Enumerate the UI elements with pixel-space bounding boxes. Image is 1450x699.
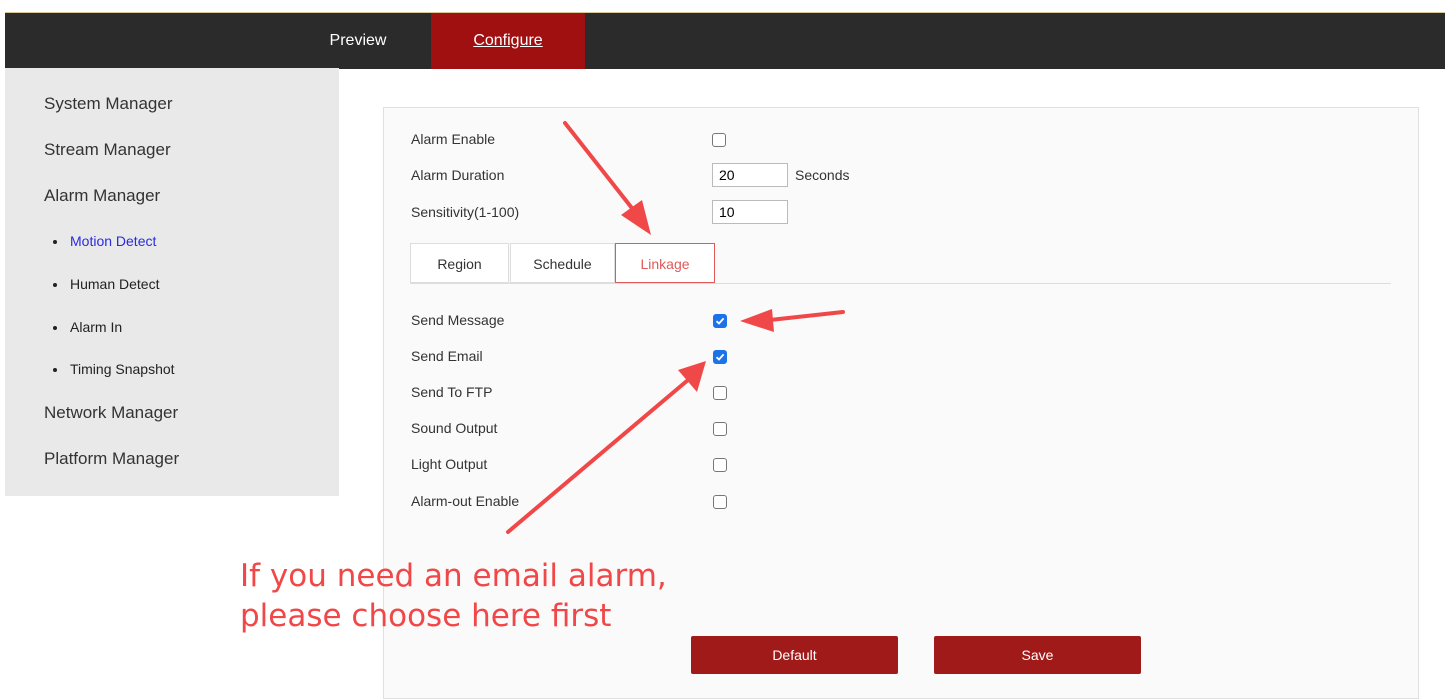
sound-output-checkbox[interactable] (713, 422, 727, 436)
sidebar-subitem-label: Human Detect (70, 276, 160, 292)
sound-output-label: Sound Output (411, 420, 498, 436)
sidebar: System Manager Stream Manager Alarm Mana… (5, 68, 339, 496)
alarm-duration-label: Alarm Duration (411, 167, 505, 183)
sidebar-subitem-label: Timing Snapshot (70, 361, 175, 377)
sidebar-item-system-manager[interactable]: System Manager (44, 94, 173, 114)
send-to-ftp-label: Send To FTP (411, 384, 493, 400)
alarm-duration-unit: Seconds (795, 167, 850, 183)
sidebar-subitem-motion-detect[interactable]: Motion Detect (53, 233, 156, 249)
sidebar-subitem-alarm-in[interactable]: Alarm In (53, 319, 122, 335)
nav-tab-configure[interactable]: Configure (431, 13, 585, 69)
tab-linkage[interactable]: Linkage (615, 243, 715, 283)
sidebar-subitem-timing-snapshot[interactable]: Timing Snapshot (53, 361, 175, 377)
alarm-enable-label: Alarm Enable (411, 131, 496, 147)
tab-schedule[interactable]: Schedule (510, 243, 615, 283)
bullet-icon (53, 326, 57, 331)
light-output-checkbox[interactable] (713, 458, 727, 472)
alarm-out-enable-checkbox[interactable] (713, 495, 727, 509)
tab-divider (410, 283, 1391, 284)
sidebar-item-platform-manager[interactable]: Platform Manager (44, 449, 179, 469)
sidebar-item-network-manager[interactable]: Network Manager (44, 403, 178, 423)
sidebar-item-stream-manager[interactable]: Stream Manager (44, 140, 171, 160)
bullet-icon (53, 283, 57, 288)
send-email-label: Send Email (411, 348, 483, 364)
sensitivity-label: Sensitivity(1-100) (411, 204, 520, 220)
nav-tab-preview[interactable]: Preview (305, 13, 411, 69)
send-message-checkbox[interactable] (713, 314, 727, 328)
send-to-ftp-checkbox[interactable] (713, 386, 727, 400)
send-email-checkbox[interactable] (713, 350, 727, 364)
alarm-enable-checkbox[interactable] (712, 133, 726, 147)
sidebar-item-alarm-manager[interactable]: Alarm Manager (44, 186, 160, 206)
top-navigation-bar: Preview Configure (5, 12, 1445, 69)
annotation-line-1: If you need an email alarm, (240, 558, 667, 594)
sidebar-subitem-human-detect[interactable]: Human Detect (53, 276, 159, 292)
bullet-icon (53, 240, 57, 245)
save-button[interactable]: Save (934, 636, 1141, 674)
bullet-icon (53, 368, 57, 373)
checkmark-icon (715, 317, 725, 325)
light-output-label: Light Output (411, 456, 488, 472)
annotation-line-2: please choose here first (240, 598, 612, 634)
sensitivity-input[interactable] (712, 200, 788, 224)
default-button[interactable]: Default (691, 636, 898, 674)
alarm-out-enable-label: Alarm-out Enable (411, 493, 520, 509)
email-alarm-annotation: If you need an email alarm, please choos… (240, 556, 667, 636)
checkmark-icon (715, 353, 725, 361)
send-message-label: Send Message (411, 312, 505, 328)
tab-region[interactable]: Region (410, 243, 509, 283)
sidebar-subitem-label: Alarm In (70, 319, 123, 335)
alarm-duration-input[interactable] (712, 163, 788, 187)
sidebar-subitem-label: Motion Detect (70, 233, 157, 249)
